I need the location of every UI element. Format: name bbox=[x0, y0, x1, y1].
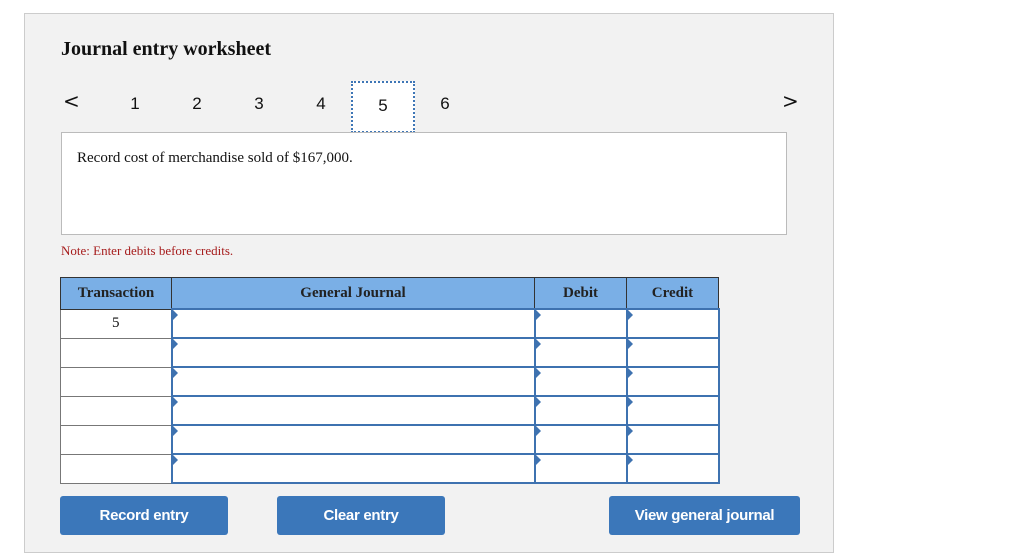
transaction-description: Record cost of merchandise sold of $167,… bbox=[77, 150, 353, 166]
journal-table: Transaction General Journal Debit Credit… bbox=[60, 277, 720, 484]
credit-input[interactable] bbox=[625, 308, 720, 339]
header-debit: Debit bbox=[534, 277, 627, 310]
input-marker-icon bbox=[627, 426, 633, 436]
account-input[interactable] bbox=[170, 308, 536, 339]
debit-input[interactable] bbox=[533, 453, 628, 484]
view-general-journal-button[interactable]: View general journal bbox=[609, 496, 800, 535]
input-marker-icon bbox=[627, 368, 633, 378]
clear-entry-button[interactable]: Clear entry bbox=[277, 496, 445, 535]
debit-input[interactable] bbox=[533, 366, 628, 397]
input-marker-icon bbox=[535, 339, 541, 349]
table-row bbox=[60, 337, 720, 368]
tab-1[interactable]: 1 bbox=[103, 81, 167, 133]
credit-input[interactable] bbox=[625, 337, 720, 368]
debit-credit-note: Note: Enter debits before credits. bbox=[61, 243, 234, 258]
transaction-cell bbox=[60, 453, 172, 484]
table-row bbox=[60, 453, 720, 484]
dropdown-marker-icon bbox=[172, 339, 178, 349]
header-transaction: Transaction bbox=[60, 277, 172, 310]
transaction-cell bbox=[60, 395, 172, 426]
header-general-journal: General Journal bbox=[171, 277, 535, 310]
credit-input[interactable] bbox=[625, 424, 720, 455]
transaction-cell bbox=[60, 366, 172, 397]
account-input[interactable] bbox=[170, 395, 536, 426]
account-input[interactable] bbox=[170, 424, 536, 455]
account-input[interactable] bbox=[170, 337, 536, 368]
debit-input[interactable] bbox=[533, 395, 628, 426]
tab-2[interactable]: 2 bbox=[165, 81, 229, 133]
debit-input[interactable] bbox=[533, 308, 628, 339]
table-header-row: Transaction General Journal Debit Credit bbox=[60, 277, 719, 310]
credit-input[interactable] bbox=[625, 453, 720, 484]
tab-6[interactable]: 6 bbox=[413, 81, 477, 133]
input-marker-icon bbox=[627, 310, 633, 320]
transaction-cell: 5 bbox=[60, 308, 172, 339]
tab-5[interactable]: 5 bbox=[351, 81, 415, 133]
input-marker-icon bbox=[535, 368, 541, 378]
transaction-cell bbox=[60, 424, 172, 455]
tab-4[interactable]: 4 bbox=[289, 81, 353, 133]
transaction-cell bbox=[60, 337, 172, 368]
journal-worksheet-panel: Journal entry worksheet < 1 2 3 4 5 6 > … bbox=[24, 13, 834, 553]
record-entry-button[interactable]: Record entry bbox=[60, 496, 228, 535]
dropdown-marker-icon bbox=[172, 397, 178, 407]
dropdown-marker-icon bbox=[172, 368, 178, 378]
input-marker-icon bbox=[627, 455, 633, 465]
credit-input[interactable] bbox=[625, 395, 720, 426]
table-row bbox=[60, 366, 720, 397]
chevron-right-icon[interactable]: > bbox=[782, 89, 799, 113]
account-input[interactable] bbox=[170, 453, 536, 484]
input-marker-icon bbox=[535, 310, 541, 320]
dropdown-marker-icon bbox=[172, 310, 178, 320]
worksheet-title: Journal entry worksheet bbox=[61, 38, 271, 60]
input-marker-icon bbox=[535, 426, 541, 436]
table-row bbox=[60, 395, 720, 426]
input-marker-icon bbox=[627, 397, 633, 407]
table-row bbox=[60, 424, 720, 455]
account-input[interactable] bbox=[170, 366, 536, 397]
transaction-description-box: Record cost of merchandise sold of $167,… bbox=[61, 132, 787, 235]
credit-input[interactable] bbox=[625, 366, 720, 397]
dropdown-marker-icon bbox=[172, 455, 178, 465]
debit-input[interactable] bbox=[533, 424, 628, 455]
header-credit: Credit bbox=[626, 277, 719, 310]
table-row: 5 bbox=[60, 308, 720, 339]
debit-input[interactable] bbox=[533, 337, 628, 368]
input-marker-icon bbox=[535, 455, 541, 465]
input-marker-icon bbox=[535, 397, 541, 407]
tab-3[interactable]: 3 bbox=[227, 81, 291, 133]
dropdown-marker-icon bbox=[172, 426, 178, 436]
input-marker-icon bbox=[627, 339, 633, 349]
chevron-left-icon[interactable]: < bbox=[63, 89, 80, 113]
